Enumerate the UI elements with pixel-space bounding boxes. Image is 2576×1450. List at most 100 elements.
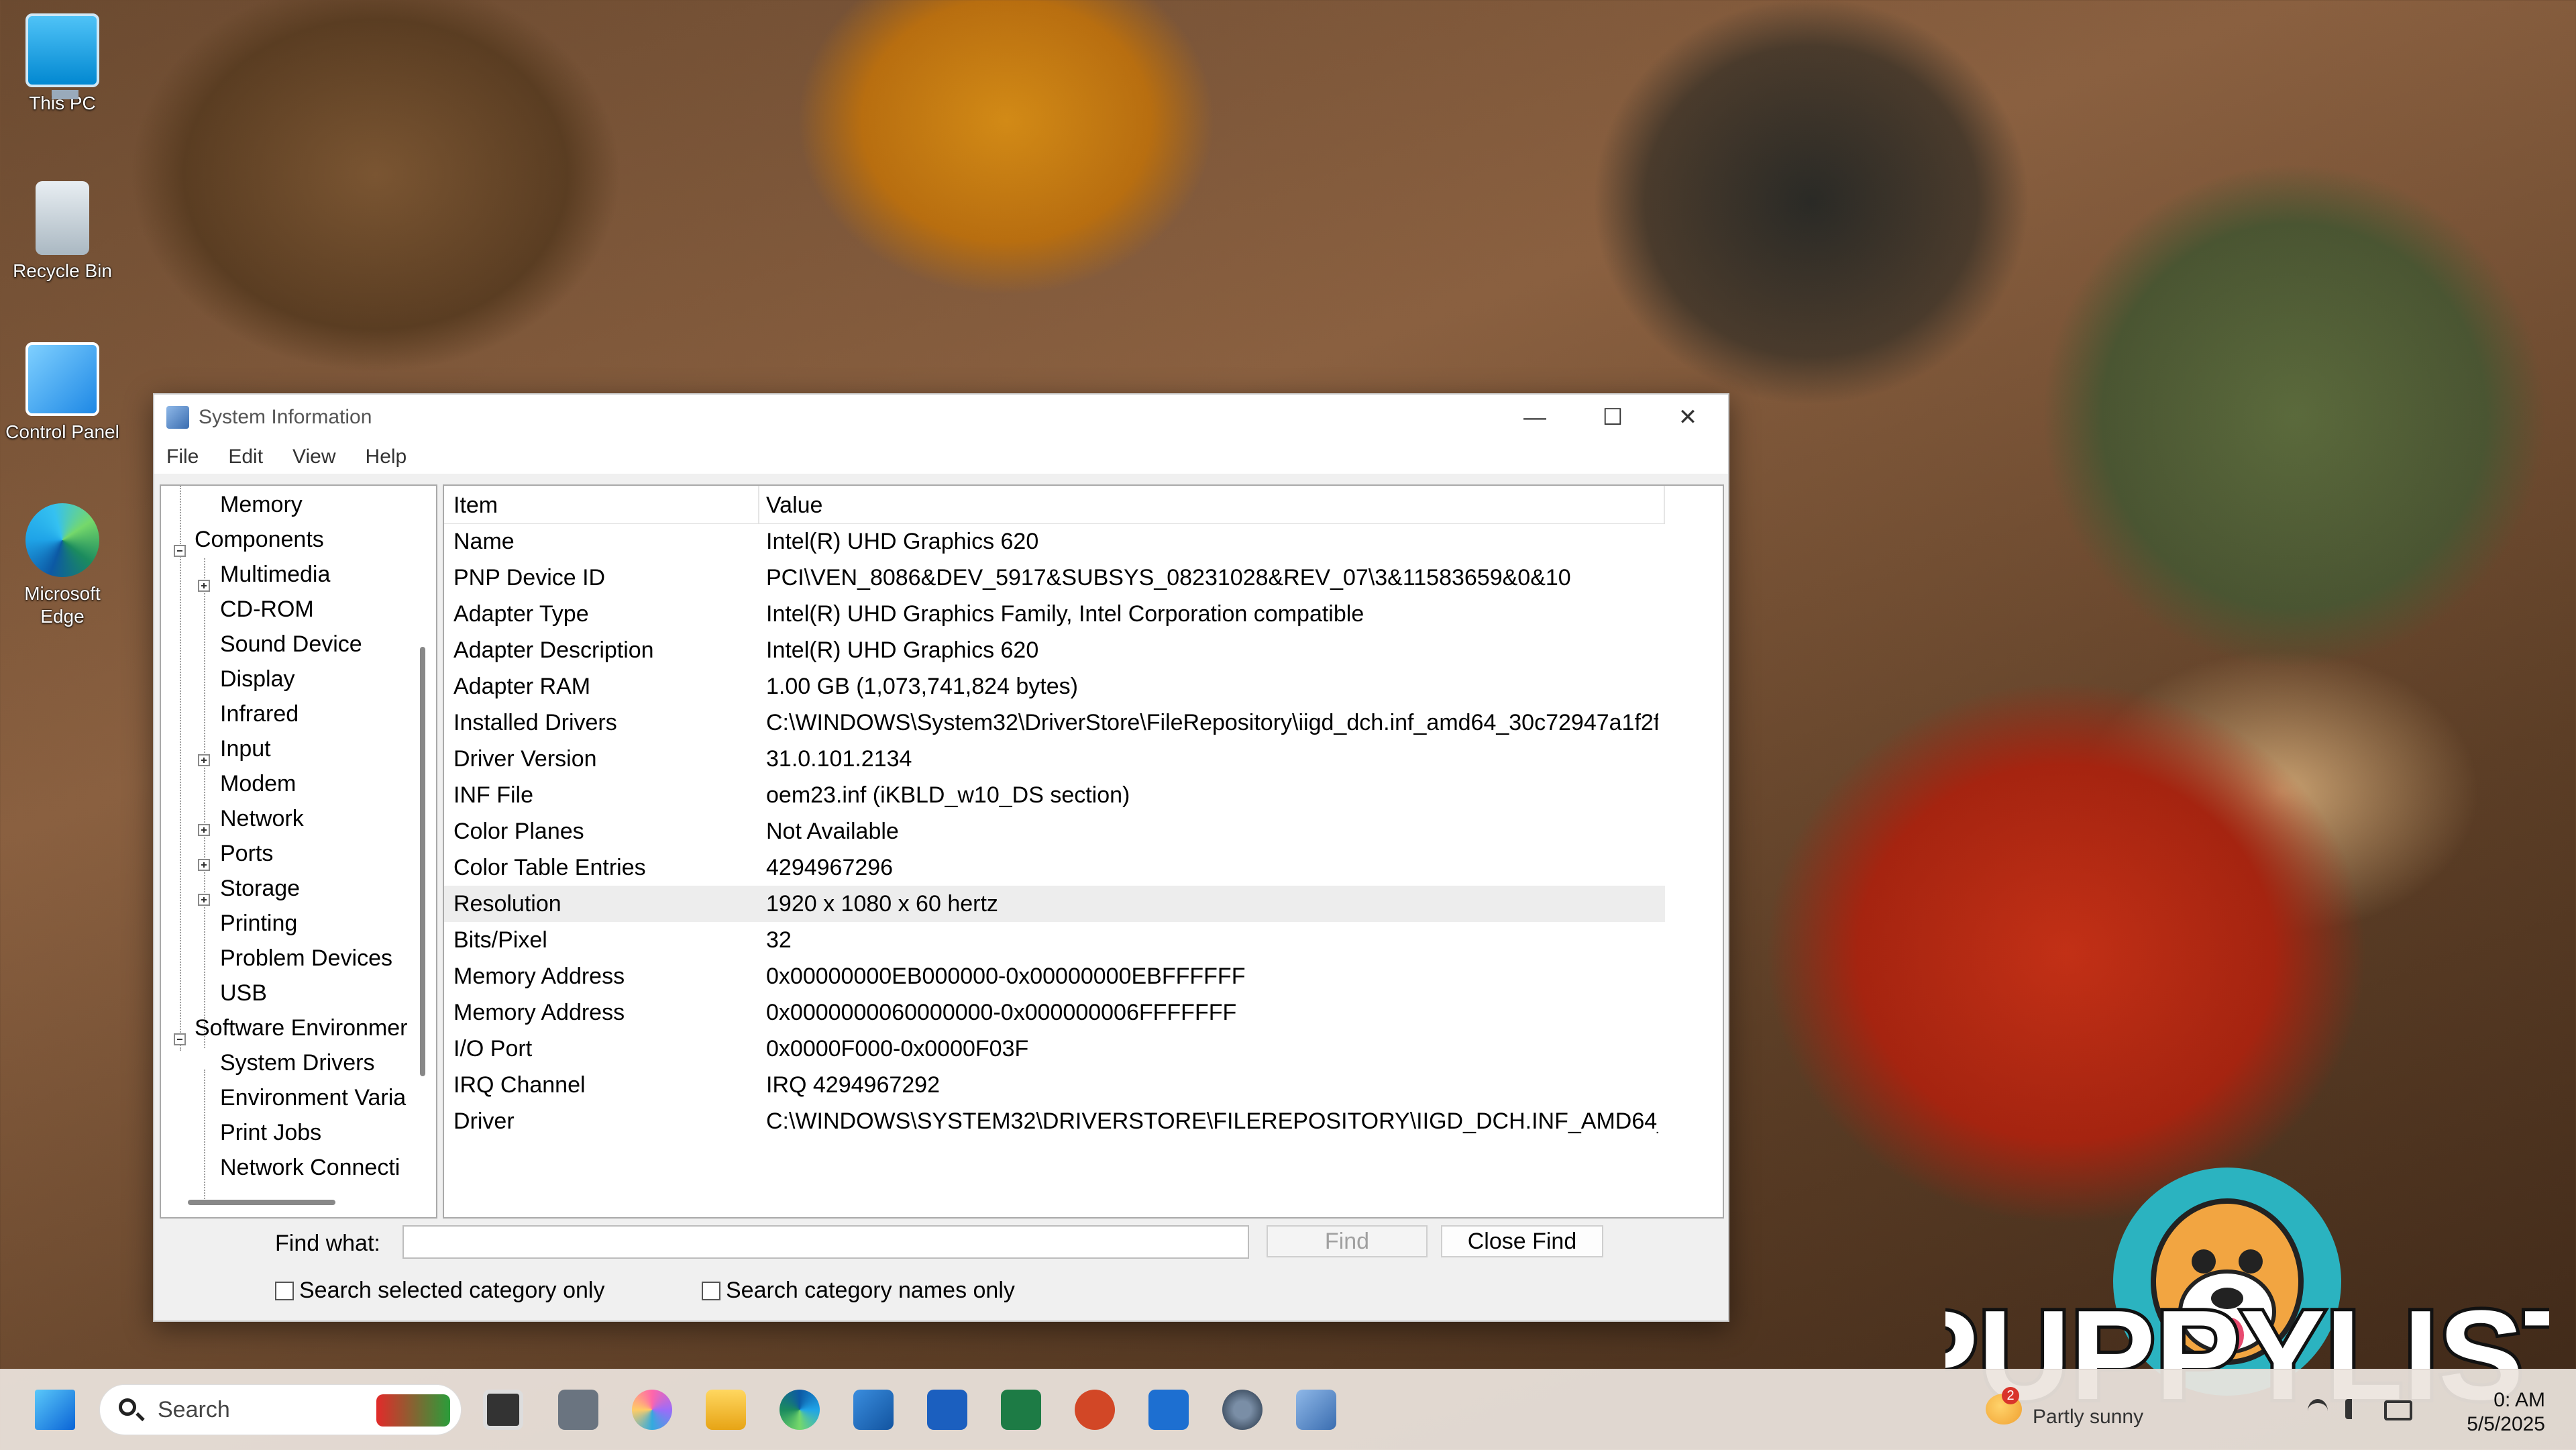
table-row[interactable]: Driver C:\WINDOWS\SYSTEM32\DRIVERSTORE\FI… (444, 1103, 1665, 1139)
tree-item-network[interactable]: Network (220, 801, 304, 836)
battery-icon[interactable] (2384, 1400, 2412, 1420)
desktop-icon-control-panel[interactable]: Control Panel (0, 329, 125, 443)
tree-item-print-jobs[interactable]: Print Jobs (220, 1115, 321, 1150)
menu-view[interactable]: View (292, 446, 335, 468)
tree-item-problem-devices[interactable]: Problem Devices (220, 941, 392, 976)
table-row[interactable]: Memory Address 0x00000000EB000000-0x00000… (444, 958, 1665, 994)
desktop-icon-edge[interactable]: Microsoft Edge (0, 490, 125, 628)
search-category-names-checkbox[interactable]: Search category names only (702, 1278, 1015, 1304)
tree-item-memory[interactable]: Memory (220, 487, 303, 522)
tree-vertical-scrollbar[interactable] (420, 647, 425, 1076)
row-value: Not Available (766, 819, 899, 844)
category-tree[interactable]: Memory Components Multimedia CD-ROM Soun… (160, 484, 437, 1219)
find-button[interactable]: Find (1267, 1225, 1428, 1257)
system-information-taskbar-icon[interactable] (1296, 1390, 1336, 1430)
tree-item-display[interactable]: Display (220, 662, 294, 696)
file-explorer-icon[interactable] (706, 1390, 746, 1430)
task-view-icon[interactable] (483, 1390, 523, 1430)
table-row[interactable]: Driver Version 31.0.101.2134 (444, 741, 1665, 777)
wifi-icon[interactable] (2308, 1399, 2328, 1423)
table-row[interactable]: Color Planes Not Available (444, 813, 1665, 849)
tree-item-cd-rom[interactable]: CD-ROM (220, 592, 314, 627)
table-row[interactable]: Adapter RAM 1.00 GB (1,073,741,824 bytes) (444, 668, 1665, 705)
tree-line (204, 558, 205, 1048)
settings-gear-icon[interactable] (1222, 1390, 1263, 1430)
expand-icon[interactable] (198, 580, 210, 592)
table-row[interactable]: I/O Port 0x0000F000-0x0000F03F (444, 1031, 1665, 1067)
checkbox-box[interactable] (275, 1281, 294, 1300)
column-separator[interactable] (758, 486, 759, 523)
taskbar-search[interactable]: Search (99, 1384, 462, 1435)
menu-file[interactable]: File (166, 446, 199, 468)
column-separator[interactable] (1664, 486, 1665, 523)
minimize-button[interactable]: — (1496, 395, 1574, 440)
excel-icon[interactable] (1001, 1390, 1041, 1430)
camera-app-icon[interactable] (558, 1390, 598, 1430)
tree-horizontal-scrollbar[interactable] (188, 1200, 335, 1205)
desktop-icon-this-pc[interactable]: This PC (0, 0, 125, 114)
row-item: I/O Port (453, 1036, 533, 1061)
close-find-button[interactable]: Close Find (1441, 1225, 1603, 1257)
edge-taskbar-icon[interactable] (780, 1390, 820, 1430)
tree-item-input[interactable]: Input (220, 731, 271, 766)
table-row[interactable]: Adapter Description Intel(R) UHD Graphics… (444, 632, 1665, 668)
tree-item-multimedia[interactable]: Multimedia (220, 557, 330, 592)
volume-icon[interactable] (2345, 1399, 2372, 1419)
copilot-icon[interactable] (632, 1390, 672, 1430)
table-row[interactable]: Memory Address 0x0000000060000000-0x00000… (444, 994, 1665, 1031)
desktop-icon-recycle-bin[interactable]: Recycle Bin (0, 168, 125, 282)
tree-item-usb[interactable]: USB (220, 976, 267, 1011)
expand-icon[interactable] (198, 859, 210, 871)
search-placeholder: Search (158, 1397, 230, 1422)
maximize-button[interactable]: ☐ (1574, 395, 1652, 440)
word-icon[interactable] (927, 1390, 967, 1430)
expand-icon[interactable] (198, 894, 210, 906)
menu-help[interactable]: Help (366, 446, 407, 468)
column-header-value[interactable]: Value (766, 486, 822, 523)
table-row[interactable]: PNP Device ID PCI\VEN_8086&DEV_5917&SUBSY… (444, 560, 1665, 596)
table-row[interactable]: Adapter Type Intel(R) UHD Graphics Family… (444, 596, 1665, 632)
powerpoint-icon[interactable] (1075, 1390, 1115, 1430)
table-row[interactable]: Name Intel(R) UHD Graphics 620 (444, 523, 1665, 560)
tree-item-infrared[interactable]: Infrared (220, 696, 299, 731)
microsoft-store-icon[interactable] (853, 1390, 894, 1430)
search-selected-category-checkbox[interactable]: Search selected category only (275, 1278, 604, 1304)
table-row[interactable]: Resolution 1920 x 1080 x 60 hertz (444, 886, 1665, 922)
start-button-windows-icon[interactable] (35, 1390, 75, 1430)
desktop-icon-label: Control Panel (5, 421, 119, 442)
tree-item-sound-device[interactable]: Sound Device (220, 627, 362, 662)
tree-item-storage[interactable]: Storage (220, 871, 300, 906)
outlook-icon[interactable] (1148, 1390, 1189, 1430)
tree-item-ports[interactable]: Ports (220, 836, 273, 871)
title-bar[interactable]: System Information — ☐ ✕ (154, 395, 1728, 440)
row-value: C:\WINDOWS\SYSTEM32\DRIVERSTORE\FILEREPO… (766, 1108, 1658, 1134)
close-button[interactable]: ✕ (1649, 395, 1727, 440)
find-what-input[interactable] (402, 1225, 1249, 1259)
clock-time: 0: AM (2493, 1389, 2545, 1411)
collapse-icon[interactable] (174, 545, 186, 557)
tree-item-modem[interactable]: Modem (220, 766, 296, 801)
weather-text[interactable]: Partly sunny (2033, 1406, 2143, 1429)
table-row[interactable]: INF File oem23.inf (iKBLD_w10_DS section) (444, 777, 1665, 813)
tree-item-printing[interactable]: Printing (220, 906, 297, 941)
list-header: Item Value (444, 486, 1665, 524)
tree-item-environment-variables[interactable]: Environment Varia (220, 1080, 406, 1115)
find-what-label: Find what: (275, 1231, 380, 1256)
menu-edit[interactable]: Edit (228, 446, 263, 468)
table-row[interactable]: IRQ Channel IRQ 4294967292 (444, 1067, 1665, 1103)
row-item: Driver Version (453, 746, 597, 772)
table-row[interactable]: Bits/Pixel 32 (444, 922, 1665, 958)
table-row[interactable]: Installed Drivers C:\WINDOWS\System32\Dri… (444, 705, 1665, 741)
taskbar-clock[interactable]: 0: AM 5/5/2025 (2467, 1388, 2545, 1437)
column-header-item[interactable]: Item (453, 486, 498, 523)
collapse-icon[interactable] (174, 1033, 186, 1045)
tree-item-network-connections[interactable]: Network Connecti (220, 1150, 400, 1185)
row-value: 31.0.101.2134 (766, 746, 912, 772)
tree-item-system-drivers[interactable]: System Drivers (220, 1045, 374, 1080)
expand-icon[interactable] (198, 824, 210, 836)
table-row[interactable]: Color Table Entries 4294967296 (444, 849, 1665, 886)
checkbox-box[interactable] (702, 1281, 720, 1300)
tree-item-components[interactable]: Components (195, 522, 324, 557)
tree-item-software-environment[interactable]: Software Environmer (195, 1011, 407, 1045)
expand-icon[interactable] (198, 754, 210, 766)
